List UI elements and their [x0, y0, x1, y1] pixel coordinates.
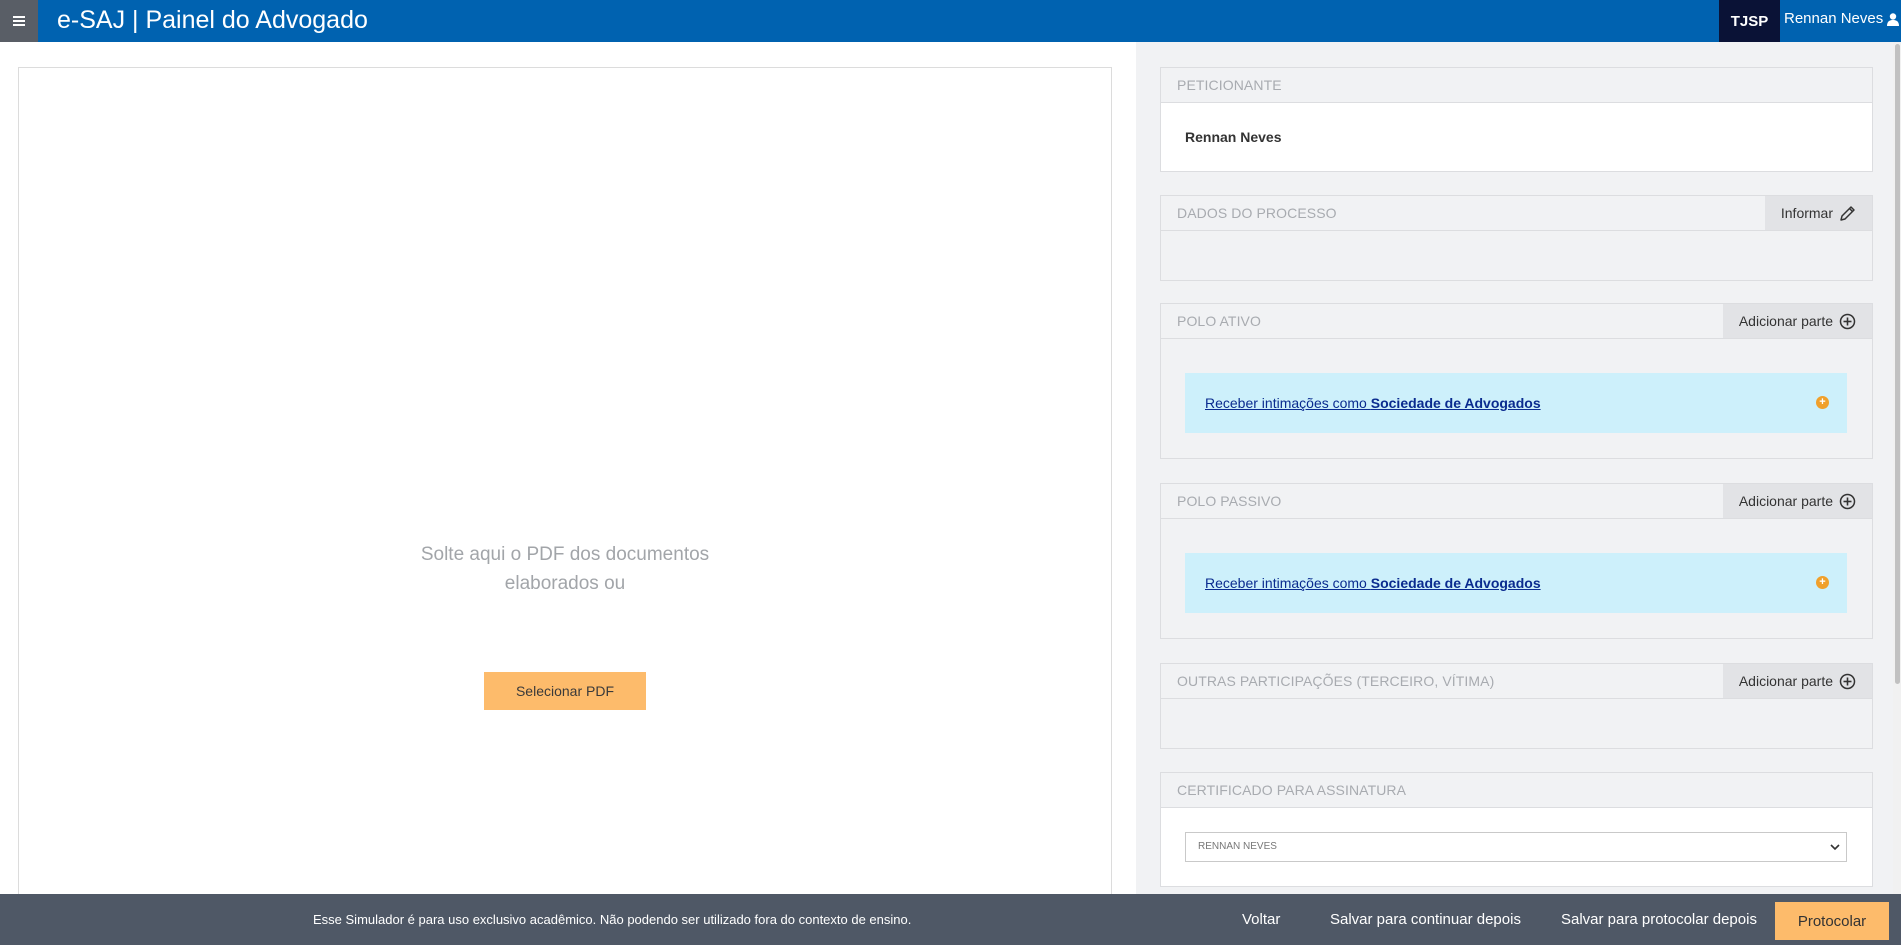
panel-header: POLO PASSIVO Adicionar parte: [1161, 484, 1872, 519]
drop-text-line2: elaborados ou: [504, 573, 626, 594]
court-badge[interactable]: TJSP: [1719, 0, 1780, 42]
peticionante-name: Rennan Neves: [1185, 129, 1282, 145]
adicionar-parte-ativo-button[interactable]: Adicionar parte: [1722, 304, 1872, 338]
footer-notice: Esse Simulador é para uso exclusivo acad…: [313, 912, 912, 927]
top-bar: e-SAJ | Painel do Advogado TJSP Rennan N…: [0, 0, 1901, 42]
pencil-icon: [1840, 205, 1855, 221]
chevron-down-icon: [1830, 844, 1840, 851]
adicionar-parte-passivo-button[interactable]: Adicionar parte: [1722, 484, 1872, 518]
polo-passivo-title: POLO PASSIVO: [1177, 493, 1282, 509]
plus-circle-icon: [1839, 313, 1856, 329]
adicionar-parte-outras-button[interactable]: Adicionar parte: [1722, 664, 1872, 698]
drop-text-line1: Solte aqui o PDF dos documentos: [420, 544, 710, 565]
panel-header: OUTRAS PARTICIPAÇÕES (TERCEIRO, VÍTIMA) …: [1161, 664, 1872, 699]
adicionar-parte-label: Adicionar parte: [1738, 493, 1833, 509]
voltar-button[interactable]: Voltar: [1242, 894, 1280, 945]
link-bold: Sociedade de Advogados: [1370, 575, 1541, 591]
salvar-protocolar-button[interactable]: Salvar para protocolar depois: [1561, 894, 1757, 945]
adicionar-parte-label: Adicionar parte: [1738, 313, 1833, 329]
plus-circle-icon: [1839, 493, 1856, 509]
sociedade-advogados-link[interactable]: Receber intimações como Sociedade de Adv…: [1205, 373, 1541, 433]
sociedade-advogados-box: Receber intimações como Sociedade de Adv…: [1185, 373, 1847, 433]
panel-header: CERTIFICADO PARA ASSINATURA: [1161, 773, 1872, 808]
plus-circle-icon: [1839, 673, 1856, 689]
user-menu[interactable]: Rennan Neves: [1784, 0, 1900, 38]
drop-instructions: Solte aqui o PDF dos documentos elaborad…: [395, 540, 735, 598]
adicionar-parte-label: Adicionar parte: [1738, 673, 1833, 689]
dados-processo-panel: DADOS DO PROCESSO Informar: [1160, 195, 1873, 281]
certificado-select[interactable]: RENNAN NEVES: [1185, 832, 1847, 862]
user-icon: [1887, 12, 1900, 26]
add-circle-icon[interactable]: +: [1816, 396, 1829, 409]
hamburger-icon: [13, 16, 25, 26]
footer-bar: Esse Simulador é para uso exclusivo acad…: [0, 894, 1901, 945]
add-circle-icon[interactable]: +: [1816, 576, 1829, 589]
user-name: Rennan Neves: [1784, 10, 1884, 27]
link-prefix: Receber intimações como: [1205, 395, 1371, 411]
pdf-drop-zone[interactable]: [18, 67, 1112, 897]
informar-button[interactable]: Informar: [1764, 196, 1872, 230]
sociedade-advogados-link[interactable]: Receber intimações como Sociedade de Adv…: [1205, 553, 1541, 613]
link-bold: Sociedade de Advogados: [1370, 395, 1541, 411]
panel-header: POLO ATIVO Adicionar parte: [1161, 304, 1872, 339]
select-pdf-button[interactable]: Selecionar PDF: [484, 672, 646, 710]
panel-body: RENNAN NEVES: [1161, 808, 1872, 886]
polo-passivo-panel: POLO PASSIVO Adicionar parte Receber int…: [1160, 483, 1873, 639]
sociedade-advogados-box: Receber intimações como Sociedade de Adv…: [1185, 553, 1847, 613]
certificado-selected: RENNAN NEVES: [1198, 841, 1277, 852]
scrollbar-thumb[interactable]: [1895, 44, 1900, 684]
peticionante-panel: PETICIONANTE Rennan Neves: [1160, 67, 1873, 172]
panel-header: PETICIONANTE: [1161, 68, 1872, 103]
informar-label: Informar: [1780, 205, 1833, 221]
panel-body: Rennan Neves: [1161, 103, 1872, 171]
peticionante-title: PETICIONANTE: [1177, 77, 1282, 93]
app-title: e-SAJ | Painel do Advogado: [57, 6, 368, 34]
menu-button[interactable]: [0, 0, 38, 42]
polo-ativo-panel: POLO ATIVO Adicionar parte Receber intim…: [1160, 303, 1873, 459]
outras-participacoes-panel: OUTRAS PARTICIPAÇÕES (TERCEIRO, VÍTIMA) …: [1160, 663, 1873, 749]
dados-processo-title: DADOS DO PROCESSO: [1177, 205, 1337, 221]
link-prefix: Receber intimações como: [1205, 575, 1371, 591]
salvar-continuar-button[interactable]: Salvar para continuar depois: [1330, 894, 1521, 945]
protocolar-button[interactable]: Protocolar: [1775, 902, 1889, 940]
outras-participacoes-title: OUTRAS PARTICIPAÇÕES (TERCEIRO, VÍTIMA): [1177, 673, 1495, 689]
certificado-title: CERTIFICADO PARA ASSINATURA: [1177, 782, 1407, 798]
certificado-panel: CERTIFICADO PARA ASSINATURA RENNAN NEVES: [1160, 772, 1873, 887]
panel-header: DADOS DO PROCESSO Informar: [1161, 196, 1872, 231]
polo-ativo-title: POLO ATIVO: [1177, 313, 1261, 329]
